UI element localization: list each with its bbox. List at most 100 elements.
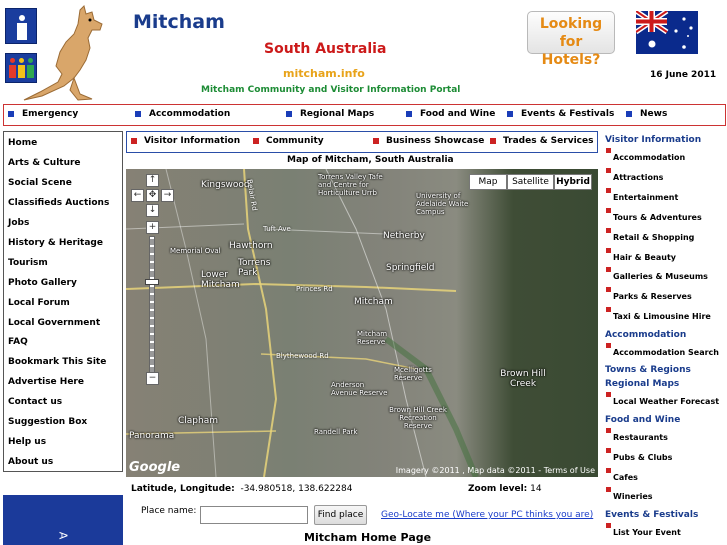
pan-left-icon[interactable]: ← — [131, 189, 144, 202]
geo-locate-link[interactable]: Geo-Locate me (Where your PC thinks you … — [381, 510, 593, 520]
left-nav-advertise[interactable]: Advertise Here — [8, 377, 84, 387]
right-item[interactable]: Taxi & Limousine Hire — [606, 307, 711, 321]
pan-up-icon[interactable]: ↑ — [146, 174, 159, 187]
map-label: Panorama — [129, 431, 175, 441]
right-head-maps[interactable]: Regional Maps — [605, 379, 679, 389]
subnav-visitor-info[interactable]: Visitor Information — [131, 136, 240, 146]
map-copyright[interactable]: Imagery ©2011 , Map data ©2011 - Terms o… — [396, 466, 595, 475]
hotels-button[interactable]: Looking for Hotels? — [527, 11, 615, 68]
left-nav-help-us[interactable]: Help us — [8, 437, 46, 447]
left-nav-local-forum[interactable]: Local Forum — [8, 298, 70, 308]
left-nav-classifieds[interactable]: Classifieds Auctions — [8, 198, 109, 208]
pan-down-icon[interactable]: ↓ — [146, 204, 159, 217]
zoom-slider-thumb[interactable] — [145, 279, 159, 285]
map-label: Anderson Avenue Reserve — [331, 381, 388, 397]
right-item[interactable]: Attractions — [606, 168, 663, 182]
nav-news[interactable]: News — [626, 109, 667, 119]
right-item[interactable]: List Your Event — [606, 523, 681, 537]
zoom-slider[interactable] — [149, 236, 155, 376]
find-place-button[interactable]: Find place — [314, 505, 367, 525]
right-item[interactable]: Local Weather Forecast — [606, 392, 719, 406]
hotels-button-line2: Hotels? — [541, 52, 601, 68]
page-title: Mitcham Home Page — [304, 531, 432, 544]
current-date: 16 June 2011 — [650, 70, 717, 80]
right-head-towns[interactable]: Towns & Regions — [605, 365, 691, 375]
map-label: Brown Hill Creek — [500, 369, 546, 389]
subnav-community[interactable]: Community — [253, 136, 324, 146]
subnav-trades-services[interactable]: Trades & Services — [490, 136, 593, 146]
map-label: Mcelligotts Reserve — [394, 366, 432, 382]
nav-regional-maps[interactable]: Regional Maps — [286, 109, 374, 119]
google-logo[interactable]: Google — [129, 460, 180, 475]
zoom-in-icon[interactable]: + — [146, 221, 159, 234]
right-item[interactable]: Tours & Adventures — [606, 208, 702, 222]
nav-food-and-wine[interactable]: Food and Wine — [406, 109, 495, 119]
left-nav-faq[interactable]: FAQ — [8, 337, 28, 347]
map-label: Torrens Park — [238, 258, 271, 278]
left-nav-home[interactable]: Home — [8, 138, 37, 148]
zoom-out-icon[interactable]: − — [146, 372, 159, 385]
left-nav-about-us[interactable]: About us — [8, 457, 53, 467]
pan-right-icon[interactable]: → — [161, 189, 174, 202]
right-head-accommodation[interactable]: Accommodation — [605, 330, 686, 340]
left-nav-contact[interactable]: Contact us — [8, 397, 62, 407]
place-name-label: Place name: — [141, 506, 197, 516]
zoom-readout: Zoom level: 14 — [468, 484, 542, 494]
site-tagline: Mitcham Community and Visitor Informatio… — [201, 85, 461, 95]
road-label: Blythewood Rd — [276, 352, 329, 360]
latlng-label: Latitude, Longitude: — [131, 484, 235, 494]
nav-accommodation[interactable]: Accommodation — [135, 109, 230, 119]
map-view[interactable]: Kingswood Torrens Valley Tafe and Centre… — [126, 169, 598, 477]
left-nav-history[interactable]: History & Heritage — [8, 238, 103, 248]
right-item[interactable]: Entertainment — [606, 188, 678, 202]
right-head-events[interactable]: Events & Festivals — [605, 510, 698, 520]
state-name: South Australia — [264, 41, 387, 57]
left-nav-jobs[interactable]: Jobs — [8, 218, 29, 228]
coordinates-readout: Latitude, Longitude: -34.980518, 138.622… — [131, 484, 353, 494]
left-advert-text: A — [56, 531, 70, 540]
right-item[interactable]: Hair & Beauty — [606, 248, 676, 262]
map-label: Memorial Oval — [170, 247, 221, 255]
pan-center-icon[interactable]: ✥ — [146, 189, 159, 202]
right-head-food[interactable]: Food and Wine — [605, 415, 680, 425]
nav-emergency[interactable]: Emergency — [8, 109, 78, 119]
left-nav-bookmark[interactable]: Bookmark This Site — [8, 357, 106, 367]
site-title: Mitcham — [133, 11, 225, 33]
nav-events-festivals[interactable]: Events & Festivals — [507, 109, 614, 119]
left-nav-suggestion-box[interactable]: Suggestion Box — [8, 417, 87, 427]
zoom-value: 14 — [530, 484, 542, 494]
map-label: Springfield — [386, 263, 435, 273]
left-nav-tourism[interactable]: Tourism — [8, 258, 48, 268]
kangaroo-logo — [23, 5, 103, 101]
map-label: Clapham — [178, 416, 218, 426]
road-label: Tuft Ave — [263, 225, 291, 233]
right-item[interactable]: Parks & Reserves — [606, 287, 692, 301]
place-name-input[interactable] — [200, 506, 308, 524]
right-item[interactable]: Retail & Shopping — [606, 228, 694, 242]
map-type-satellite[interactable]: Satellite — [507, 174, 554, 190]
australian-flag-icon — [636, 11, 698, 54]
right-item[interactable]: Restaurants — [606, 428, 668, 442]
subnav-business-showcase[interactable]: Business Showcase — [373, 136, 484, 146]
map-caption: Map of Mitcham, South Australia — [287, 155, 454, 165]
left-nav-arts-culture[interactable]: Arts & Culture — [8, 158, 81, 168]
right-item[interactable]: Galleries & Museums — [606, 267, 708, 281]
left-nav-local-government[interactable]: Local Government — [8, 318, 100, 328]
left-nav: Home Arts & Culture Social Scene Classif… — [3, 131, 123, 472]
map-label: Kingswood — [201, 180, 250, 190]
map-type-hybrid[interactable]: Hybrid — [554, 174, 592, 190]
right-item[interactable]: Cafes — [606, 468, 638, 482]
right-item[interactable]: Accommodation Search — [606, 343, 719, 357]
left-nav-photo-gallery[interactable]: Photo Gallery — [8, 278, 77, 288]
right-head-visitor[interactable]: Visitor Information — [605, 135, 701, 145]
map-type-map[interactable]: Map — [469, 174, 507, 190]
right-item[interactable]: Pubs & Clubs — [606, 448, 672, 462]
right-item[interactable]: Accommodation — [606, 148, 685, 162]
left-nav-social-scene[interactable]: Social Scene — [8, 178, 72, 188]
left-advert-banner[interactable]: A — [3, 495, 123, 545]
map-label: Mitcham — [354, 297, 393, 307]
latlng-value: -34.980518, 138.622284 — [240, 484, 353, 494]
right-item[interactable]: Wineries — [606, 487, 653, 501]
site-domain: mitcham.info — [283, 67, 365, 80]
map-label: Torrens Valley Tafe and Centre for Horti… — [318, 173, 383, 197]
